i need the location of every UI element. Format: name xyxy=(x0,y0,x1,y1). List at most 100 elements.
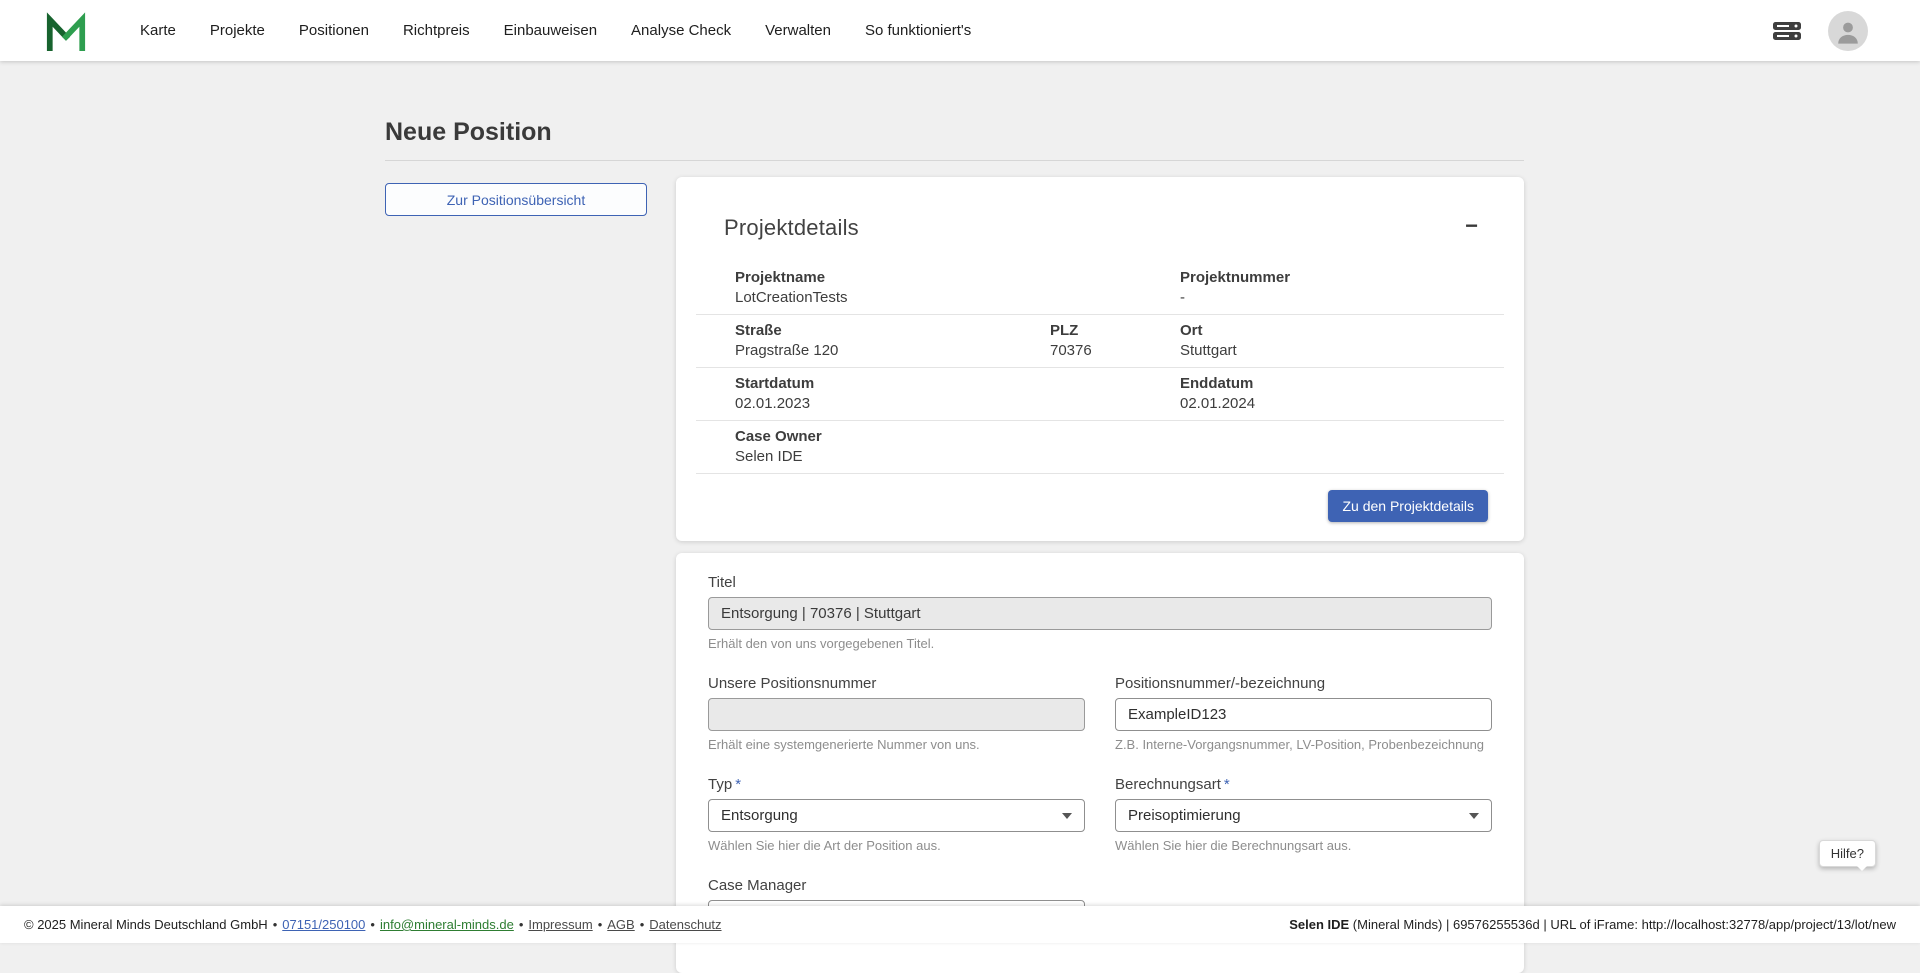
nav-item-so-funktionierts[interactable]: So funktioniert's xyxy=(848,0,988,61)
table-row: Straße Pragstraße 120 PLZ 70376 Ort Stut… xyxy=(696,315,1504,368)
unsere-positionsnummer-input xyxy=(708,698,1085,731)
typ-select[interactable]: Entsorgung xyxy=(708,799,1085,832)
chevron-down-icon xyxy=(1062,813,1072,819)
nav-item-richtpreis[interactable]: Richtpreis xyxy=(386,0,487,61)
session-user: Selen IDE xyxy=(1289,917,1349,932)
project-details-card: Projektdetails − Projektname LotCreation… xyxy=(676,177,1524,541)
typ-field: Typ* Entsorgung Wählen Sie hier die Art … xyxy=(708,777,1085,852)
field-startdatum: Startdatum 02.01.2023 xyxy=(735,375,1180,412)
positionsnummer-input[interactable] xyxy=(1115,698,1492,731)
nav-items: Karte Projekte Positionen Richtpreis Ein… xyxy=(123,0,988,61)
field-value: 02.01.2023 xyxy=(735,395,1180,412)
table-row: Projektname LotCreationTests Projektnumm… xyxy=(696,262,1504,315)
titel-input xyxy=(708,597,1492,630)
field-label: PLZ xyxy=(1050,322,1180,339)
field-label: Ort xyxy=(1180,322,1504,339)
main-content: Neue Position Zur Positionsübersicht Pro… xyxy=(385,61,1524,973)
phone-link[interactable]: 07151/250100 xyxy=(282,917,365,932)
berechnungsart-label-text: Berechnungsart xyxy=(1115,776,1221,793)
field-projektname: Projektname LotCreationTests xyxy=(735,269,1180,306)
positionsnummer-help-text: Z.B. Interne-Vorgangsnummer, LV-Position… xyxy=(1115,738,1492,751)
email-link[interactable]: info@mineral-minds.de xyxy=(380,917,514,932)
field-projektnummer: Projektnummer - xyxy=(1180,269,1504,306)
berechnungsart-field: Berechnungsart* Preisoptimierung Wählen … xyxy=(1115,777,1492,852)
project-details-table: Projektname LotCreationTests Projektnumm… xyxy=(696,262,1504,474)
field-value: LotCreationTests xyxy=(735,289,1180,306)
field-ort: Ort Stuttgart xyxy=(1180,322,1504,359)
separator: • xyxy=(598,917,603,932)
field-plz: PLZ 70376 xyxy=(1050,322,1180,359)
back-to-positions-button[interactable]: Zur Positionsübersicht xyxy=(385,183,647,216)
field-label: Projektnummer xyxy=(1180,269,1504,286)
typ-help-text: Wählen Sie hier die Art der Position aus… xyxy=(708,839,1085,852)
table-row: Startdatum 02.01.2023 Enddatum 02.01.202… xyxy=(696,368,1504,421)
titel-label: Titel xyxy=(708,575,1492,591)
berechnungsart-help-text: Wählen Sie hier die Berechnungsart aus. xyxy=(1115,839,1492,852)
project-details-header: Projektdetails − xyxy=(676,177,1524,241)
unsere-positionsnummer-label: Unsere Positionsnummer xyxy=(708,676,1085,692)
nav-item-positionen[interactable]: Positionen xyxy=(282,0,386,61)
required-marker: * xyxy=(1224,776,1230,793)
field-strasse: Straße Pragstraße 120 xyxy=(735,322,1050,359)
footer-left: © 2025 Mineral Minds Deutschland GmbH • … xyxy=(24,917,722,932)
logo-icon xyxy=(45,11,87,51)
nav-item-projekte[interactable]: Projekte xyxy=(193,0,282,61)
field-label: Projektname xyxy=(735,269,1180,286)
user-avatar[interactable] xyxy=(1828,11,1868,51)
nav-item-einbauweisen[interactable]: Einbauweisen xyxy=(487,0,614,61)
top-navigation-bar: Karte Projekte Positionen Richtpreis Ein… xyxy=(0,0,1920,61)
topbar-right xyxy=(1772,11,1868,51)
position-form-grid: Unsere Positionsnummer Erhält eine syste… xyxy=(708,676,1492,933)
chevron-down-icon xyxy=(1469,813,1479,819)
go-to-project-details-button[interactable]: Zu den Projektdetails xyxy=(1328,490,1488,522)
berechnungsart-select[interactable]: Preisoptimierung xyxy=(1115,799,1492,832)
positionsnummer-field: Positionsnummer/-bezeichnung Z.B. Intern… xyxy=(1115,676,1492,751)
collapse-button[interactable]: − xyxy=(1463,215,1480,237)
titel-help-text: Erhält den von uns vorgegebenen Titel. xyxy=(708,637,1492,650)
unsere-positionsnummer-field: Unsere Positionsnummer Erhält eine syste… xyxy=(708,676,1085,751)
required-marker: * xyxy=(735,776,741,793)
berechnungsart-label: Berechnungsart* xyxy=(1115,777,1492,793)
nav-item-analyse-check[interactable]: Analyse Check xyxy=(614,0,748,61)
nav-item-karte[interactable]: Karte xyxy=(123,0,193,61)
agb-link[interactable]: AGB xyxy=(607,917,634,932)
project-details-actions: Zu den Projektdetails xyxy=(676,474,1524,541)
left-column: Zur Positionsübersicht xyxy=(385,177,647,216)
field-label: Straße xyxy=(735,322,1050,339)
help-button[interactable]: Hilfe? xyxy=(1819,840,1876,867)
field-case-owner: Case Owner Selen IDE xyxy=(735,428,1504,465)
user-icon xyxy=(1834,11,1862,51)
server-icon xyxy=(1772,20,1802,42)
typ-label-text: Typ xyxy=(708,776,732,793)
field-label: Case Owner xyxy=(735,428,1504,445)
separator: • xyxy=(519,917,524,932)
case-manager-label: Case Manager xyxy=(708,878,1085,894)
field-label: Startdatum xyxy=(735,375,1180,392)
table-row: Case Owner Selen IDE xyxy=(696,421,1504,474)
help-button-label: Hilfe? xyxy=(1831,846,1864,861)
layout-row: Zur Positionsübersicht Projektdetails − … xyxy=(385,177,1524,973)
typ-select-value: Entsorgung xyxy=(721,807,798,824)
page-title: Neue Position xyxy=(385,118,1524,147)
berechnungsart-select-value: Preisoptimierung xyxy=(1128,807,1241,824)
field-enddatum: Enddatum 02.01.2024 xyxy=(1180,375,1504,412)
mineral-minds-logo[interactable] xyxy=(45,11,87,51)
field-value: Selen IDE xyxy=(735,448,1504,465)
nav-item-verwalten[interactable]: Verwalten xyxy=(748,0,848,61)
unsere-positionsnummer-help-text: Erhält eine systemgenerierte Nummer von … xyxy=(708,738,1085,751)
field-label: Enddatum xyxy=(1180,375,1504,392)
server-button[interactable] xyxy=(1772,20,1802,42)
project-details-title: Projektdetails xyxy=(724,215,859,241)
impressum-link[interactable]: Impressum xyxy=(528,917,592,932)
separator: • xyxy=(273,917,278,932)
positionsnummer-label: Positionsnummer/-bezeichnung xyxy=(1115,676,1492,692)
field-value: Pragstraße 120 xyxy=(735,342,1050,359)
titel-field: Titel Erhält den von uns vorgegebenen Ti… xyxy=(708,575,1492,650)
datenschutz-link[interactable]: Datenschutz xyxy=(649,917,721,932)
session-details: (Mineral Minds) | 69576255536d | URL of … xyxy=(1349,917,1896,932)
field-value: - xyxy=(1180,289,1504,306)
right-column: Projektdetails − Projektname LotCreation… xyxy=(676,177,1524,973)
field-value: Stuttgart xyxy=(1180,342,1504,359)
footer: © 2025 Mineral Minds Deutschland GmbH • … xyxy=(0,906,1920,943)
copyright-text: © 2025 Mineral Minds Deutschland GmbH xyxy=(24,917,268,932)
